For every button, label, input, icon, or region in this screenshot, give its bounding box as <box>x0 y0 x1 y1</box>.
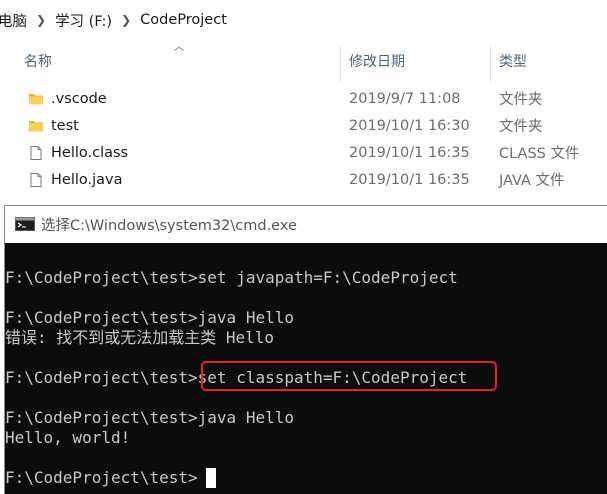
file-row[interactable]: Hello.java 2019/10/1 16:35 JAVA 文件 <box>0 166 607 193</box>
file-date: 2019/9/7 11:08 <box>349 90 461 107</box>
console-line: F:\CodeProject\test>java Hello <box>5 408 294 427</box>
folder-icon <box>29 120 43 131</box>
breadcrumb-item-drive[interactable]: 学习 (F:) <box>55 10 112 31</box>
file-name: .vscode <box>51 90 107 107</box>
column-divider[interactable] <box>490 46 491 82</box>
console-line: 错误: 找不到或无法加载主类 Hello <box>5 328 275 347</box>
file-row[interactable]: test 2019/10/1 16:30 文件夹 <box>0 112 607 139</box>
text-cursor <box>206 468 216 488</box>
breadcrumb-item-computer[interactable]: 电脑 <box>0 10 27 31</box>
column-divider[interactable] <box>340 46 341 82</box>
cmd-window[interactable]: 选择C:\Windows\system32\cmd.exe F:\CodePro… <box>4 205 607 494</box>
file-name: test <box>51 117 79 134</box>
file-name: Hello.class <box>51 144 129 161</box>
cmd-titlebar[interactable]: 选择C:\Windows\system32\cmd.exe <box>5 206 607 242</box>
file-date: 2019/10/1 16:35 <box>349 144 470 161</box>
console-line: F:\CodeProject\test>java Hello <box>5 308 294 327</box>
breadcrumb: 电脑 ❯ 学习 (F:) ❯ CodeProject <box>0 0 607 40</box>
column-header-type[interactable]: 类型 <box>499 46 527 76</box>
file-type: 文件夹 <box>499 92 543 108</box>
file-type: CLASS 文件 <box>499 146 580 162</box>
file-type: JAVA 文件 <box>499 173 565 189</box>
console-line: Hello, world! <box>5 428 131 447</box>
file-icon <box>30 172 42 187</box>
file-row[interactable]: .vscode 2019/9/7 11:08 文件夹 <box>0 85 607 112</box>
column-header-date[interactable]: 修改日期 <box>349 46 405 76</box>
folder-icon <box>29 93 43 104</box>
file-date: 2019/10/1 16:35 <box>349 171 470 188</box>
console-line: F:\CodeProject\test> <box>5 468 198 487</box>
chevron-right-icon: ❯ <box>36 13 47 27</box>
file-name: Hello.java <box>51 171 123 188</box>
breadcrumb-item-folder[interactable]: CodeProject <box>140 12 227 28</box>
chevron-right-icon: ❯ <box>121 13 132 27</box>
console-output[interactable]: F:\CodeProject\test>set javapath=F:\Code… <box>5 243 607 494</box>
console-line: F:\CodeProject\test>set javapath=F:\Code… <box>5 268 458 287</box>
file-type: 文件夹 <box>499 119 543 135</box>
file-row[interactable]: Hello.class 2019/10/1 16:35 CLASS 文件 <box>0 139 607 166</box>
file-icon <box>30 145 42 160</box>
cmd-title: 选择C:\Windows\system32\cmd.exe <box>41 217 297 234</box>
column-header-name[interactable]: 名称 <box>24 46 52 76</box>
cmd-icon <box>15 217 35 231</box>
file-date: 2019/10/1 16:30 <box>349 117 470 134</box>
highlight-box <box>201 361 497 391</box>
sort-ascending-icon: ︿ <box>174 42 184 53</box>
